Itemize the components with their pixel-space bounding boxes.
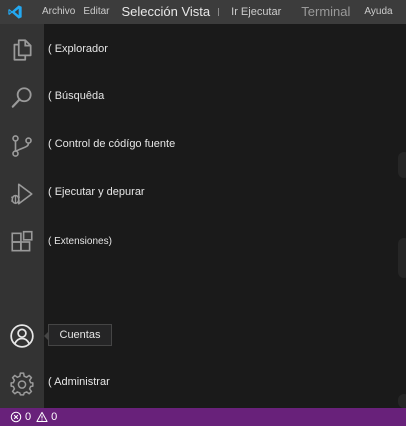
menu-editar[interactable]: Editar: [79, 0, 113, 24]
run-debug-icon: [11, 183, 33, 205]
menu-bar: Archivo Editar Selección Vista Ir Ejecut…: [0, 0, 406, 24]
menu-archivo[interactable]: Archivo: [38, 0, 79, 24]
label-ejecutar-depurar: ( Ejecutar y depurar: [48, 186, 145, 198]
source-control-icon: [12, 135, 32, 157]
activity-scm-button[interactable]: [0, 126, 44, 166]
tooltip-cuentas-label: Cuentas: [59, 329, 101, 341]
editor-area: ( Explorador ( Búsquêda ( Control de cód…: [44, 24, 406, 408]
extensions-icon: [11, 230, 33, 252]
label-control-codigo: ( Control de códígo fuente: [48, 138, 176, 150]
menu-seleccion-vista[interactable]: Selección Vista: [117, 0, 214, 24]
label-explorador: ( Explorador: [48, 43, 108, 55]
error-count: 0: [25, 411, 32, 423]
activity-explorer-button[interactable]: [0, 30, 44, 70]
status-problems-button[interactable]: 0 0: [10, 411, 57, 423]
activity-manage-button[interactable]: [0, 364, 44, 404]
error-icon: [10, 411, 22, 423]
editor-edge: [398, 152, 406, 178]
search-icon: [11, 87, 32, 108]
menu-ir-ejecutar[interactable]: Ir Ejecutar: [227, 0, 285, 24]
warning-count: 0: [51, 411, 58, 423]
menu-terminal[interactable]: Terminal: [297, 0, 354, 24]
vscode-window: Archivo Editar Selección Vista Ir Ejecut…: [0, 0, 406, 426]
menu-ayuda[interactable]: Ayuda: [360, 0, 396, 24]
status-bar: 0 0: [0, 408, 406, 426]
menu-separator: [218, 8, 220, 16]
activity-accounts-button[interactable]: [0, 316, 44, 356]
account-icon: [10, 324, 34, 348]
editor-edge: [398, 394, 406, 408]
activity-bar: [0, 24, 44, 408]
editor-edge: [398, 238, 406, 278]
label-extensiones: ( Extensiones): [48, 236, 112, 247]
activity-debug-button[interactable]: [0, 174, 44, 214]
files-icon: [13, 39, 32, 61]
activity-extensions-button[interactable]: [0, 222, 44, 262]
activity-search-button[interactable]: [0, 78, 44, 118]
warning-icon: [36, 411, 48, 422]
vscode-logo-icon: [0, 0, 30, 24]
tooltip-cuentas: Cuentas: [44, 324, 112, 346]
gear-icon: [10, 372, 34, 396]
label-administrar: ( Administrar: [48, 376, 110, 388]
label-busqueda: ( Búsquêda: [48, 90, 105, 102]
